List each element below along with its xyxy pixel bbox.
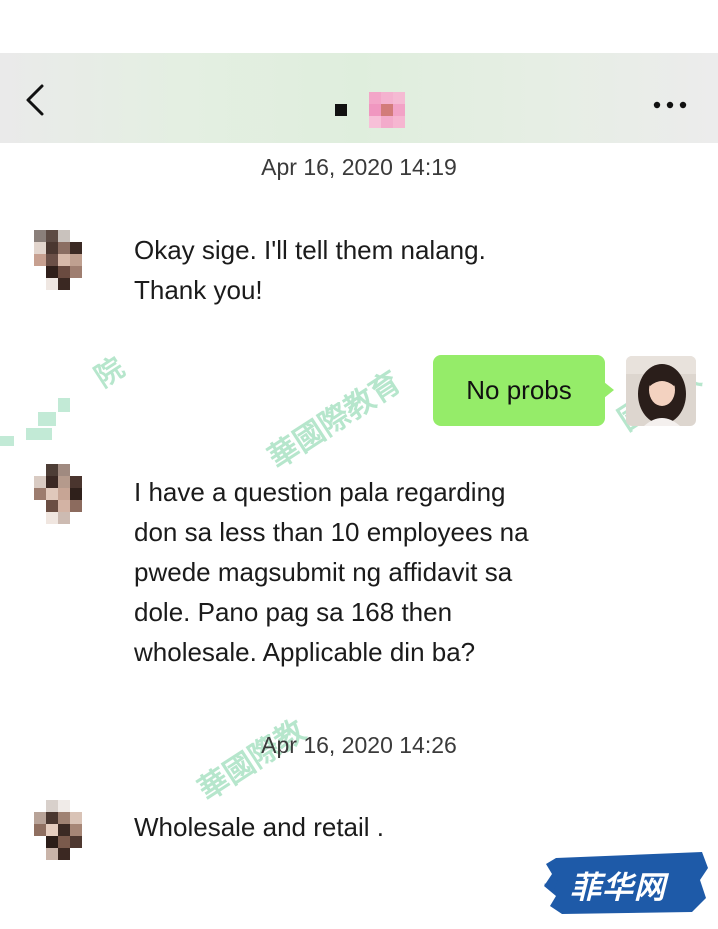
message-line: wholesale. Applicable din ba? bbox=[134, 637, 476, 667]
avatar[interactable] bbox=[34, 800, 82, 860]
title-redacted-mosaic bbox=[369, 92, 405, 128]
watermark-block bbox=[58, 398, 70, 412]
chat-screen: 華國際教育 華國際教 國際教 院 Apr 16, 2020 14:19 Okay… bbox=[0, 0, 718, 929]
chat-timestamp: Apr 16, 2020 14:19 bbox=[261, 154, 457, 180]
message-line: dole. Pano pag sa 168 then bbox=[134, 597, 453, 627]
incoming-message[interactable]: I have a question pala regarding don sa … bbox=[134, 472, 604, 672]
watermark-block bbox=[0, 436, 14, 446]
outgoing-message-bubble[interactable]: No probs bbox=[433, 355, 614, 426]
watermark-text-4: 院 bbox=[88, 350, 131, 394]
avatar[interactable] bbox=[34, 464, 82, 524]
chat-timestamp: Apr 16, 2020 14:26 bbox=[261, 732, 457, 758]
site-logo: 菲华网 bbox=[542, 850, 710, 916]
chevron-left-icon bbox=[26, 84, 44, 116]
message-line: don sa less than 10 employees na bbox=[134, 517, 529, 547]
message-text: No probs bbox=[466, 375, 572, 405]
my-avatar[interactable] bbox=[626, 356, 696, 426]
back-button[interactable] bbox=[22, 83, 52, 117]
chat-title bbox=[335, 92, 405, 128]
watermark-block bbox=[38, 412, 56, 426]
message-line: Okay sige. I'll tell them nalang. bbox=[134, 235, 486, 265]
incoming-message[interactable]: Okay sige. I'll tell them nalang. Thank … bbox=[134, 230, 604, 310]
incoming-message[interactable]: Wholesale and retail . bbox=[134, 807, 604, 847]
watermark-text-1: 華國際教育 bbox=[262, 365, 408, 477]
more-button[interactable] bbox=[652, 98, 688, 110]
title-redacted-mark bbox=[335, 104, 347, 116]
logo-text: 菲华网 bbox=[570, 870, 666, 906]
watermark-block bbox=[26, 428, 52, 440]
avatar[interactable] bbox=[34, 230, 82, 290]
profile-photo-icon bbox=[626, 356, 696, 426]
message-line: pwede magsubmit ng affidavit sa bbox=[134, 557, 513, 587]
more-dots-icon bbox=[653, 101, 687, 109]
message-line: Wholesale and retail . bbox=[134, 812, 385, 842]
message-line: Thank you! bbox=[134, 275, 263, 305]
message-line: I have a question pala regarding bbox=[134, 477, 506, 507]
